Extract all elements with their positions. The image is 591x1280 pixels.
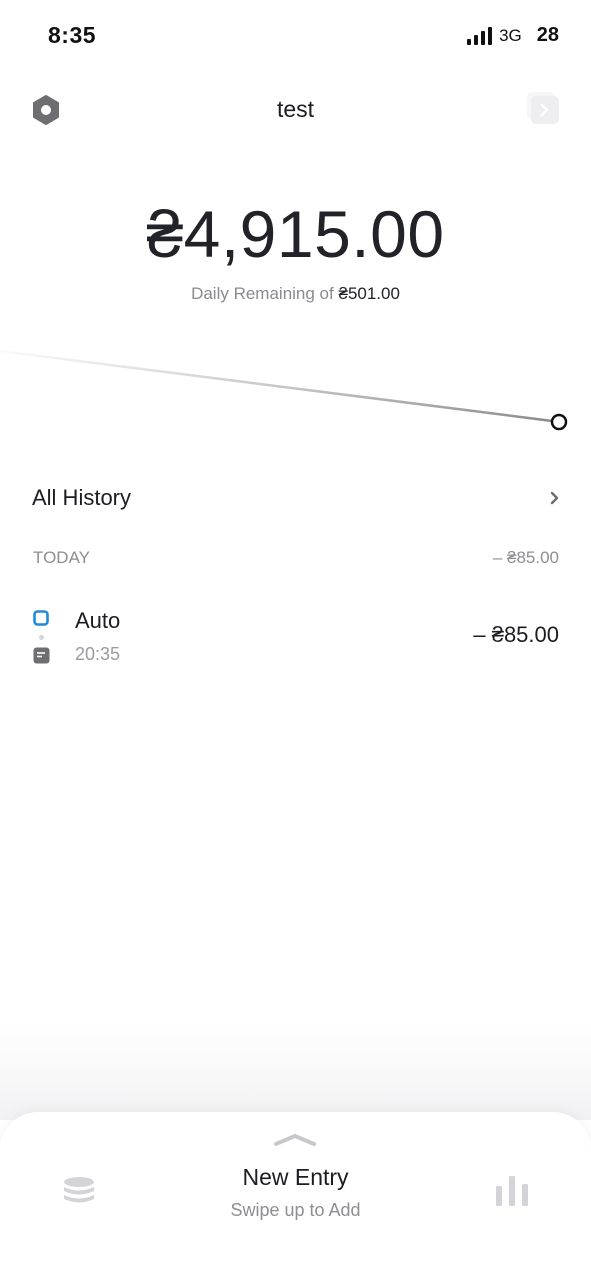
day-label: TODAY — [33, 548, 90, 567]
square-outline-icon — [33, 610, 49, 626]
note-icon — [33, 647, 50, 664]
bar-chart-icon — [496, 1176, 528, 1206]
status-time: 8:35 — [48, 22, 97, 48]
all-history-label: All History — [32, 485, 132, 510]
entry-time: 20:35 — [75, 644, 121, 664]
day-group-header: TODAY – ₴85.00 — [33, 548, 559, 568]
network-type: 3G — [499, 25, 522, 45]
balance-trend-line — [0, 349, 568, 431]
entry-category: Auto — [75, 608, 121, 633]
battery-level: 28 — [536, 24, 559, 46]
list-item[interactable]: Auto 20:35 – ₴85.00 — [32, 600, 559, 672]
new-entry-sheet[interactable]: New Entry Swipe up to Add — [0, 1112, 591, 1280]
chevron-up-icon[interactable] — [272, 1132, 318, 1146]
remaining-balance: ₴4,915.00 — [146, 197, 445, 271]
status-bar: 8:35 3G 28 — [0, 0, 591, 72]
daily-remaining: Daily Remaining of ₴501.00 — [0, 284, 591, 304]
signal-icon — [467, 26, 493, 45]
budget-title: test — [276, 96, 315, 122]
timeline-dot — [39, 635, 44, 640]
day-total: – ₴85.00 — [492, 548, 559, 567]
next-budget-button[interactable] — [531, 96, 559, 124]
chevron-right-icon — [550, 491, 559, 505]
top-bar: test — [0, 84, 591, 134]
trend-current-point — [550, 413, 568, 431]
daily-remaining-amount: ₴501.00 — [338, 284, 400, 303]
trend-line — [0, 349, 553, 423]
entry-amount: – ₴85.00 — [473, 622, 559, 647]
statistics-button[interactable] — [495, 1174, 529, 1208]
status-indicators: 3G 28 — [467, 24, 559, 47]
bottom-fade — [0, 1020, 591, 1120]
chevron-right-icon — [540, 103, 549, 117]
all-history-row[interactable]: All History — [32, 474, 561, 522]
daily-remaining-label: Daily Remaining of — [191, 284, 334, 303]
